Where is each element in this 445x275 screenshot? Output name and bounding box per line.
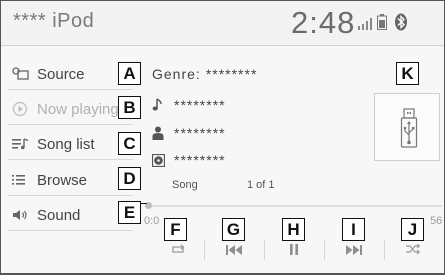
divider xyxy=(8,89,133,90)
sidebar-item-label: Sound xyxy=(37,206,81,224)
shuffle-icon xyxy=(405,242,421,260)
total-time: 56 xyxy=(430,215,443,227)
repeat-button[interactable] xyxy=(168,244,188,258)
artist-person-icon xyxy=(152,126,168,140)
callout-e: E xyxy=(118,201,141,224)
callout-leader-line xyxy=(141,203,147,204)
divider xyxy=(8,124,133,125)
divider xyxy=(384,240,385,260)
bluetooth-icon xyxy=(395,13,407,36)
divider xyxy=(264,240,265,260)
song-list-icon xyxy=(12,136,34,152)
callout-k: K xyxy=(396,62,419,85)
shuffle-button[interactable] xyxy=(403,242,423,260)
play-circle-icon xyxy=(12,101,34,117)
album-name: ******** xyxy=(174,152,226,168)
progress-track[interactable] xyxy=(150,205,442,207)
callout-g: G xyxy=(222,218,245,241)
ipod-audio-screen: **** iPod 2:48 Source Now playing Song l… xyxy=(0,0,445,275)
sidebar-item-label: Source xyxy=(37,65,85,83)
source-icon xyxy=(12,66,34,82)
callout-a: A xyxy=(118,62,141,85)
artist-row: ******** xyxy=(152,125,226,141)
callout-j: J xyxy=(401,218,424,241)
list-position: 1 of 1 xyxy=(247,179,275,191)
signal-bars-icon xyxy=(358,17,372,35)
divider xyxy=(8,159,133,160)
skip-back-icon xyxy=(226,242,242,260)
album-disc-icon xyxy=(152,153,168,167)
next-track-button[interactable] xyxy=(344,244,364,258)
screen-title: **** iPod xyxy=(13,10,95,32)
divider xyxy=(324,240,325,260)
sidebar-item-label: Browse xyxy=(37,171,88,189)
divider xyxy=(204,240,205,260)
callout-h: H xyxy=(282,218,305,241)
list-type-label: Song xyxy=(172,179,198,191)
genre-value: ******** xyxy=(205,66,258,82)
divider xyxy=(8,195,133,196)
clock: 2:48 xyxy=(291,5,356,40)
pause-icon xyxy=(289,242,299,260)
elapsed-time: 0:0 xyxy=(144,215,160,227)
skip-forward-icon xyxy=(346,242,362,260)
callout-b: B xyxy=(118,96,141,119)
status-header: **** iPod 2:48 xyxy=(1,1,444,45)
pause-button[interactable] xyxy=(284,244,304,258)
sidebar-item-label: Song list xyxy=(37,135,95,153)
genre-label: Genre: xyxy=(152,66,201,82)
callout-f: F xyxy=(164,218,187,241)
repeat-icon xyxy=(170,242,186,260)
callout-i: I xyxy=(342,218,365,241)
previous-track-button[interactable] xyxy=(224,244,244,258)
genre-row: Genre: ******** xyxy=(152,66,257,82)
artist-name: ******** xyxy=(174,125,226,141)
song-title-row: ******** xyxy=(152,97,226,113)
callout-c: C xyxy=(118,132,141,155)
divider xyxy=(8,230,133,231)
speaker-icon xyxy=(12,207,34,223)
sidebar-item-label: Now playing xyxy=(37,100,119,118)
divider xyxy=(1,45,444,46)
usb-icon xyxy=(400,108,418,153)
song-title: ******** xyxy=(174,97,226,113)
music-note-icon xyxy=(152,98,168,112)
battery-icon xyxy=(377,14,387,35)
browse-list-icon xyxy=(12,172,34,188)
album-art xyxy=(374,93,440,161)
album-row: ******** xyxy=(152,152,226,168)
callout-d: D xyxy=(118,167,141,190)
